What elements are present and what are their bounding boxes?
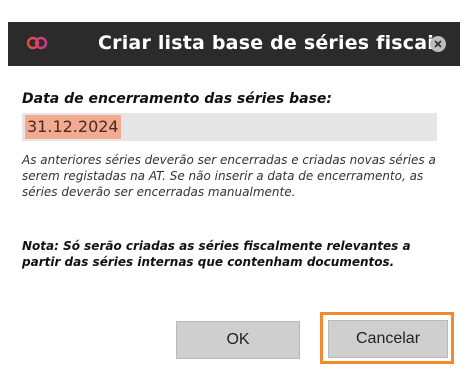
close-icon [434, 40, 442, 48]
dialog-title: Criar lista base de séries fiscais [98, 32, 446, 54]
cancel-button[interactable]: Cancelar [328, 320, 448, 358]
app-logo-icon [26, 32, 48, 54]
dialog-titlebar: Criar lista base de séries fiscais [8, 22, 460, 66]
close-button[interactable] [430, 36, 446, 52]
closing-date-value: 31.12.2024 [25, 115, 121, 139]
date-field-label: Data de encerramento das séries base: [22, 91, 333, 107]
note-text: Nota: Só serão criadas as séries fiscalm… [22, 239, 411, 269]
closing-date-input[interactable]: 31.12.2024 [22, 113, 437, 141]
ok-button[interactable]: OK [176, 321, 300, 359]
dialog-window: Criar lista base de séries fiscais Data … [0, 0, 469, 383]
info-text: As anteriores séries deverão ser encerra… [22, 153, 436, 199]
